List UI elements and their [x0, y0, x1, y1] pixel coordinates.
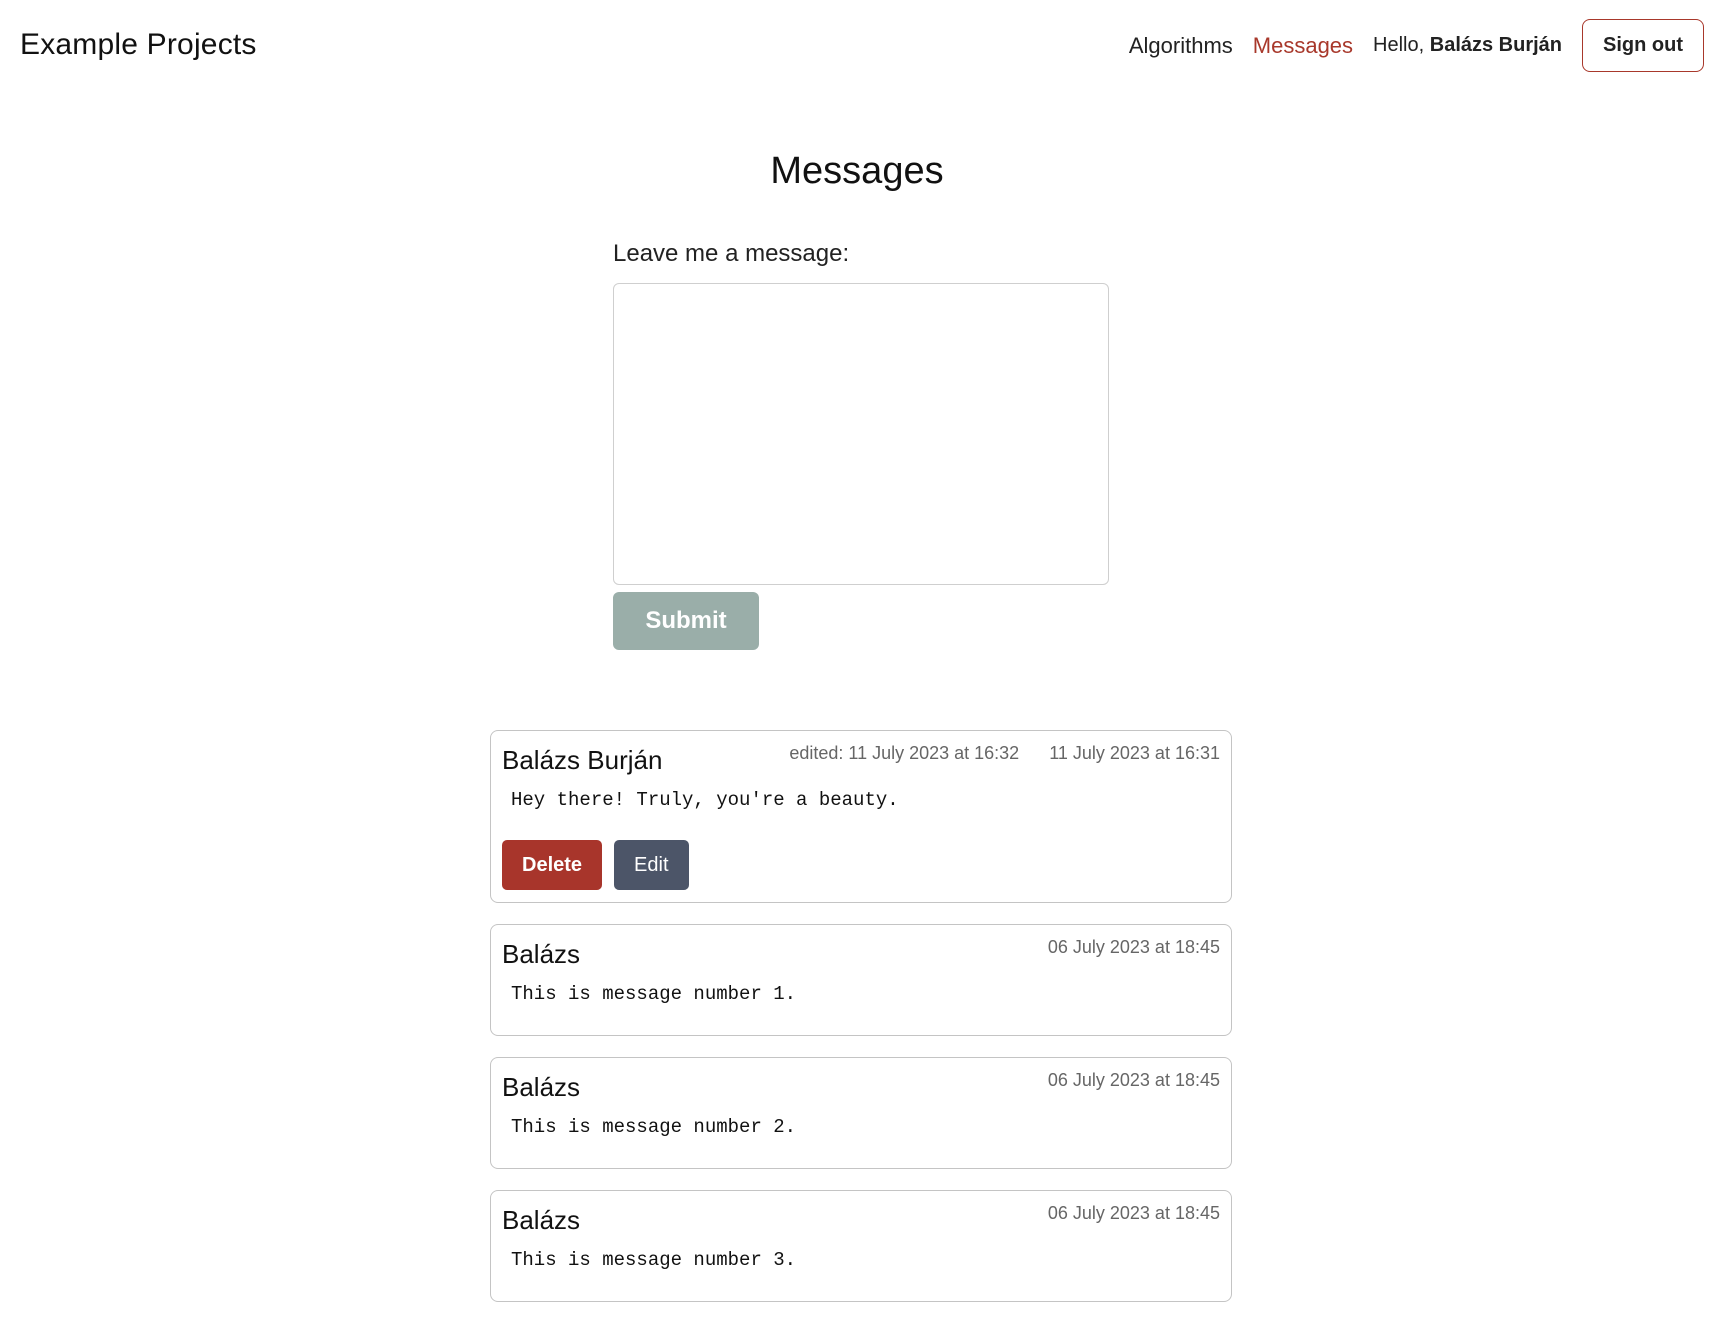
message-list: Balázs Burján edited: 11 July 2023 at 16… — [490, 730, 1232, 1323]
message-edited-date: edited: 11 July 2023 at 16:32 — [789, 743, 1020, 763]
message-card: Balázs 06 July 2023 at 18:45 This is mes… — [490, 924, 1232, 1036]
nav-right: Algorithms Messages Hello, Balázs Burján… — [1129, 19, 1704, 72]
message-dates: edited: 11 July 2023 at 16:32 11 July 20… — [789, 743, 1220, 764]
message-card-header: Balázs 06 July 2023 at 18:45 — [502, 1201, 1220, 1241]
brand-link[interactable]: Example Projects — [20, 28, 257, 62]
message-author: Balázs — [502, 1072, 581, 1102]
message-author: Balázs — [502, 939, 581, 969]
message-form-label: Leave me a message: — [613, 240, 850, 267]
greeting-username: Balázs Burján — [1429, 34, 1563, 56]
message-card: Balázs Burján edited: 11 July 2023 at 16… — [490, 730, 1232, 903]
message-card: Balázs 06 July 2023 at 18:45 This is mes… — [490, 1190, 1232, 1302]
message-date: 06 July 2023 at 18:45 — [1047, 937, 1220, 957]
message-date: 06 July 2023 at 18:45 — [1047, 1203, 1220, 1223]
message-card-header: Balázs 06 July 2023 at 18:45 — [502, 935, 1220, 975]
message-card-header: Balázs Burján edited: 11 July 2023 at 16… — [502, 741, 1220, 781]
message-dates: 06 July 2023 at 18:45 — [1048, 1203, 1220, 1224]
message-card-header: Balázs 06 July 2023 at 18:45 — [502, 1068, 1220, 1108]
message-date: 11 July 2023 at 16:31 — [1049, 743, 1220, 763]
edit-button[interactable]: Edit — [614, 840, 689, 890]
nav-link-algorithms[interactable]: Algorithms — [1129, 33, 1233, 59]
message-author: Balázs — [502, 1205, 581, 1235]
page-title: Messages — [770, 150, 944, 192]
message-textarea[interactable] — [613, 283, 1109, 585]
message-card: Balázs 06 July 2023 at 18:45 This is mes… — [490, 1057, 1232, 1169]
message-text: This is message number 1. — [511, 983, 797, 1005]
message-text: This is message number 2. — [511, 1116, 797, 1138]
sign-out-button[interactable]: Sign out — [1582, 19, 1704, 72]
submit-button[interactable]: Submit — [613, 592, 759, 650]
message-date: 06 July 2023 at 18:45 — [1047, 1070, 1220, 1090]
message-dates: 06 July 2023 at 18:45 — [1048, 1070, 1220, 1091]
delete-button[interactable]: Delete — [502, 840, 603, 890]
message-text: This is message number 3. — [511, 1249, 797, 1271]
user-greeting: Hello, Balázs Burján — [1373, 34, 1562, 57]
message-actions: Delete Edit — [502, 831, 1220, 892]
nav-link-messages[interactable]: Messages — [1253, 33, 1353, 59]
navbar: Example Projects Algorithms Messages Hel… — [0, 0, 1714, 96]
message-text: Hey there! Truly, you're a beauty. — [511, 789, 899, 811]
greeting-prefix: Hello, — [1373, 34, 1425, 56]
message-author: Balázs Burján — [502, 745, 663, 775]
message-dates: 06 July 2023 at 18:45 — [1048, 937, 1220, 958]
